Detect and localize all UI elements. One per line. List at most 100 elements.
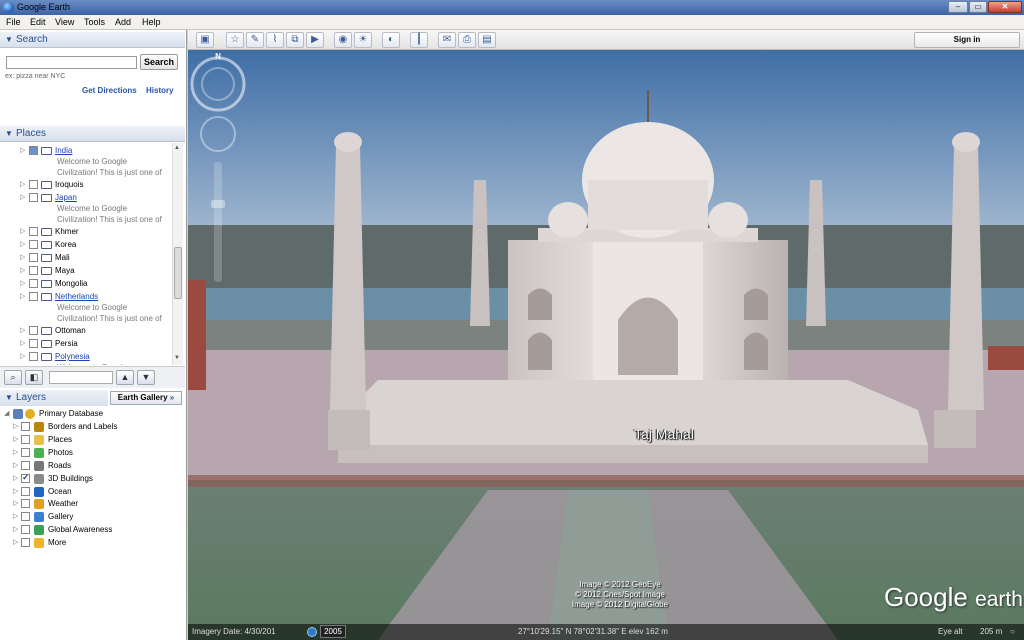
place-checkbox[interactable] bbox=[29, 193, 38, 202]
view-in-maps-icon[interactable]: ▤ bbox=[478, 32, 496, 48]
menu-tools[interactable]: Tools bbox=[84, 17, 105, 27]
expand-arrow-icon[interactable]: ▷ bbox=[20, 292, 25, 300]
folder-icon bbox=[41, 147, 52, 155]
place-checkbox[interactable] bbox=[29, 279, 38, 288]
expand-arrow-icon[interactable]: ▷ bbox=[20, 339, 25, 347]
search-panel-header[interactable]: ▼ Search bbox=[0, 32, 185, 48]
search-places-icon[interactable]: ⌕ bbox=[4, 370, 22, 385]
place-label-taj-mahal[interactable]: Taj Mahal bbox=[634, 426, 694, 442]
layer-checkbox[interactable] bbox=[21, 460, 30, 470]
panel-toggle-icon[interactable]: ◧ bbox=[25, 370, 43, 385]
place-checkbox[interactable] bbox=[29, 352, 38, 361]
close-button[interactable]: ✕ bbox=[988, 1, 1022, 13]
layer-checkbox[interactable] bbox=[21, 434, 30, 444]
expand-arrow-icon[interactable]: ▷ bbox=[20, 266, 25, 274]
layer-checkbox[interactable] bbox=[21, 512, 30, 522]
place-label[interactable]: Netherlands bbox=[55, 292, 98, 301]
folder-icon bbox=[41, 181, 52, 189]
expand-arrow-icon[interactable]: ▷ bbox=[13, 422, 18, 430]
search-input[interactable] bbox=[6, 56, 137, 69]
historical-imagery-icon[interactable]: ◉ bbox=[334, 32, 352, 48]
planets-icon[interactable]: ◐ bbox=[382, 32, 400, 48]
layer-checkbox[interactable] bbox=[21, 538, 30, 548]
expand-arrow-icon[interactable]: ▷ bbox=[20, 253, 25, 261]
ruler-icon[interactable]: ┃ bbox=[410, 32, 428, 48]
eye-alt-value: 205 m bbox=[980, 627, 1003, 636]
expand-arrow-icon[interactable]: ▷ bbox=[13, 499, 18, 507]
place-checkbox[interactable] bbox=[29, 266, 38, 275]
expand-arrow-icon[interactable]: ▷ bbox=[20, 193, 25, 201]
email-icon[interactable]: ✉ bbox=[438, 32, 456, 48]
history-link[interactable]: History bbox=[146, 86, 174, 95]
place-checkbox[interactable] bbox=[29, 227, 38, 236]
sign-in-button[interactable]: Sign in bbox=[914, 32, 1020, 48]
menu-help[interactable]: Help bbox=[142, 17, 161, 27]
expand-arrow-icon[interactable]: ▷ bbox=[20, 352, 25, 360]
polygon-icon[interactable]: ✎ bbox=[246, 32, 264, 48]
layers-panel-header[interactable]: ▼ Layers bbox=[0, 390, 108, 406]
expand-arrow-icon[interactable]: ▷ bbox=[13, 435, 18, 443]
places-scrollbar[interactable]: ▲ ▼ bbox=[172, 143, 183, 365]
path-icon[interactable]: ⌇ bbox=[266, 32, 284, 48]
layer-checkbox[interactable] bbox=[21, 472, 30, 483]
navigation-controls[interactable]: N bbox=[188, 50, 246, 290]
maximize-button[interactable]: ▭ bbox=[969, 1, 987, 13]
expand-arrow-icon[interactable]: ▷ bbox=[13, 448, 18, 456]
place-checkbox[interactable] bbox=[29, 253, 38, 262]
expand-arrow-icon[interactable]: ▷ bbox=[13, 487, 18, 495]
expand-arrow-icon[interactable]: ▷ bbox=[13, 525, 18, 533]
expand-arrow-icon[interactable]: ▷ bbox=[13, 474, 18, 482]
place-checkbox[interactable] bbox=[29, 180, 38, 189]
scroll-down-icon[interactable]: ▼ bbox=[174, 355, 180, 361]
image-overlay-icon[interactable]: ⧉ bbox=[286, 32, 304, 48]
tour-icon[interactable]: ▶ bbox=[306, 32, 324, 48]
collapse-triangle-icon[interactable]: ▼ bbox=[5, 393, 13, 402]
move-down-icon[interactable]: ▼ bbox=[137, 370, 155, 385]
menu-view[interactable]: View bbox=[55, 17, 74, 27]
print-icon[interactable]: ⎙ bbox=[458, 32, 476, 48]
layer-checkbox[interactable] bbox=[21, 525, 30, 535]
collapse-arrow-icon[interactable]: ◢ bbox=[4, 409, 9, 417]
layer-checkbox[interactable] bbox=[21, 447, 30, 457]
menu-add[interactable]: Add bbox=[115, 17, 131, 27]
expand-arrow-icon[interactable]: ▷ bbox=[13, 512, 18, 520]
place-checkbox[interactable] bbox=[29, 292, 38, 301]
sun-icon[interactable]: ☀ bbox=[354, 32, 372, 48]
expand-arrow-icon[interactable]: ▷ bbox=[20, 279, 25, 287]
get-directions-link[interactable]: Get Directions bbox=[82, 86, 137, 95]
menu-edit[interactable]: Edit bbox=[30, 17, 46, 27]
menu-file[interactable]: File bbox=[6, 17, 21, 27]
place-label[interactable]: Japan bbox=[55, 193, 77, 202]
place-checkbox[interactable] bbox=[29, 146, 38, 155]
expand-arrow-icon[interactable]: ▷ bbox=[20, 227, 25, 235]
minimize-button[interactable]: – bbox=[948, 1, 968, 13]
collapse-triangle-icon[interactable]: ▼ bbox=[5, 35, 13, 44]
place-checkbox[interactable] bbox=[29, 339, 38, 348]
search-button[interactable]: Search bbox=[140, 54, 178, 70]
historical-imagery-clock-icon[interactable] bbox=[307, 627, 317, 637]
expand-arrow-icon[interactable]: ▷ bbox=[20, 146, 25, 154]
place-label[interactable]: India bbox=[55, 146, 72, 155]
earth-3d-viewport[interactable]: N Taj Mahal Image © 2012 GeoEye © 2012 C… bbox=[188, 50, 1024, 640]
expand-arrow-icon[interactable]: ▷ bbox=[20, 180, 25, 188]
place-checkbox[interactable] bbox=[29, 240, 38, 249]
places-panel-header[interactable]: ▼ Places bbox=[0, 126, 185, 142]
collapse-triangle-icon[interactable]: ▼ bbox=[5, 129, 13, 138]
year-button[interactable]: 2005 bbox=[320, 625, 346, 638]
expand-arrow-icon[interactable]: ▷ bbox=[20, 240, 25, 248]
move-up-icon[interactable]: ▲ bbox=[116, 370, 134, 385]
placemark-icon[interactable]: ☆ bbox=[226, 32, 244, 48]
places-filter-field[interactable] bbox=[49, 371, 113, 384]
expand-arrow-icon[interactable]: ▷ bbox=[13, 461, 18, 469]
expand-arrow-icon[interactable]: ▷ bbox=[13, 538, 18, 546]
place-checkbox[interactable] bbox=[29, 326, 38, 335]
sidebar-icon[interactable]: ▣ bbox=[196, 32, 214, 48]
earth-gallery-button[interactable]: Earth Gallery » bbox=[110, 391, 182, 405]
place-label[interactable]: Polynesia bbox=[55, 352, 90, 361]
layer-checkbox[interactable] bbox=[21, 422, 30, 431]
scroll-up-icon[interactable]: ▲ bbox=[174, 145, 180, 151]
layer-checkbox[interactable] bbox=[21, 499, 30, 509]
expand-arrow-icon[interactable]: ▷ bbox=[20, 326, 25, 334]
scrollbar-thumb[interactable] bbox=[174, 247, 182, 299]
layer-checkbox[interactable] bbox=[21, 486, 30, 496]
